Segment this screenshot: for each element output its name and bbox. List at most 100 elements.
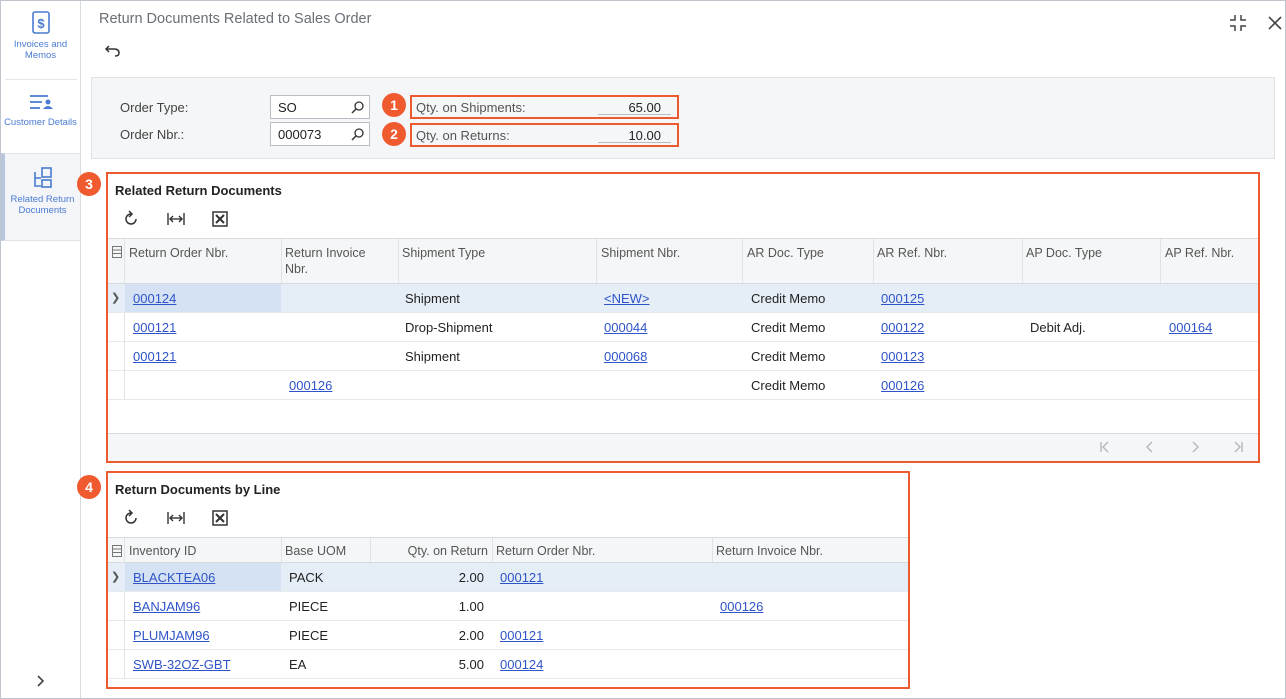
column-header-return-order-nbr[interactable]: Return Order Nbr.	[129, 245, 228, 261]
table-row[interactable]: PLUMJAM96 PIECE 2.00 000121	[108, 621, 908, 650]
column-settings-icon[interactable]	[112, 246, 122, 258]
inventory-id-link[interactable]: BANJAM96	[133, 599, 200, 614]
qty-on-returns-box: Qty. on Returns: 10.00	[410, 123, 679, 147]
close-icon[interactable]	[1264, 12, 1286, 34]
svg-text:$: $	[37, 16, 45, 31]
column-header-return-order-nbr[interactable]: Return Order Nbr.	[496, 543, 595, 559]
column-header-inventory-id[interactable]: Inventory ID	[129, 543, 196, 559]
sidebar-item-label: Related Return Documents	[10, 194, 75, 216]
ar-ref-nbr-link[interactable]: 000125	[881, 291, 924, 306]
qty-on-returns-value: 10.00	[628, 128, 661, 143]
grid-header: Inventory ID Base UOM Qty. on Return Ret…	[108, 537, 908, 563]
order-nbr-field[interactable]: 000073	[270, 122, 370, 146]
table-row[interactable]: BANJAM96 PIECE 1.00 000126	[108, 592, 908, 621]
last-page-icon[interactable]	[1231, 440, 1245, 457]
inventory-id-link[interactable]: SWB-32OZ-GBT	[133, 657, 231, 672]
search-icon[interactable]	[351, 100, 365, 114]
table-row[interactable]: 000121 Shipment 000068 Credit Memo 00012…	[108, 342, 1258, 371]
section-title: Related Return Documents	[115, 183, 282, 198]
return-invoice-link[interactable]: 000126	[289, 378, 332, 393]
shipment-type-cell: Shipment	[405, 291, 460, 306]
qty-on-return-cell: 5.00	[458, 657, 484, 672]
undo-icon[interactable]	[103, 40, 123, 60]
ap-doc-type-cell: Debit Adj.	[1030, 320, 1086, 335]
refresh-icon[interactable]	[122, 509, 142, 529]
previous-page-icon[interactable]	[1143, 440, 1157, 457]
shipment-nbr-link[interactable]: 000044	[604, 320, 647, 335]
table-row[interactable]: ❯ BLACKTEA06 PACK 2.00 000121	[108, 563, 908, 592]
column-settings-icon[interactable]	[112, 545, 122, 557]
order-summary-panel	[91, 77, 1275, 159]
table-row[interactable]: SWB-32OZ-GBT EA 5.00 000124	[108, 650, 908, 679]
search-icon[interactable]	[351, 127, 365, 141]
column-header-ap-ref-nbr[interactable]: AP Ref. Nbr.	[1165, 245, 1234, 261]
related-docs-icon	[33, 167, 52, 188]
ar-doc-type-cell: Credit Memo	[751, 291, 826, 306]
return-order-link[interactable]: 000121	[133, 320, 176, 335]
section-title: Return Documents by Line	[115, 482, 281, 497]
chevron-right-icon[interactable]	[33, 673, 49, 689]
return-invoice-link[interactable]: 000126	[720, 599, 763, 614]
sidebar-item-customer-details[interactable]: Customer Details	[1, 91, 80, 146]
sidebar-item-invoices-and-memos[interactable]: $ Invoices and Memos	[1, 11, 80, 71]
base-uom-cell: EA	[289, 657, 307, 672]
return-order-link[interactable]: 000124	[133, 291, 176, 306]
column-header-base-uom[interactable]: Base UOM	[285, 543, 346, 559]
qty-on-return-cell: 2.00	[458, 628, 484, 643]
callout-badge-2: 2	[382, 122, 406, 146]
invoice-icon: $	[31, 11, 50, 34]
fit-columns-icon[interactable]	[166, 509, 186, 529]
ar-doc-type-cell: Credit Memo	[751, 378, 826, 393]
qty-on-shipments-label: Qty. on Shipments:	[416, 100, 526, 115]
qty-on-return-cell: 1.00	[458, 599, 484, 614]
grid-header: Return Order Nbr. Return Invoice Nbr. Sh…	[108, 238, 1258, 284]
ar-doc-type-cell: Credit Memo	[751, 320, 826, 335]
return-order-link[interactable]: 000124	[500, 657, 543, 672]
return-order-link[interactable]: 000121	[133, 349, 176, 364]
column-header-qty-on-return[interactable]: Qty. on Return	[408, 543, 488, 559]
column-header-shipment-nbr[interactable]: Shipment Nbr.	[601, 245, 680, 261]
table-row[interactable]: 000121 Drop-Shipment 000044 Credit Memo …	[108, 313, 1258, 342]
order-type-label: Order Type:	[120, 100, 189, 115]
export-excel-icon[interactable]	[211, 210, 231, 230]
qty-on-shipments-value: 65.00	[628, 100, 661, 115]
row-selector-icon: ❯	[111, 571, 121, 583]
export-excel-icon[interactable]	[211, 509, 231, 529]
return-order-link[interactable]: 000121	[500, 570, 543, 585]
column-header-ap-doc-type[interactable]: AP Doc. Type	[1026, 245, 1102, 261]
qty-on-returns-label: Qty. on Returns:	[416, 128, 510, 143]
callout-badge-4: 4	[77, 475, 101, 499]
order-type-field[interactable]: SO	[270, 95, 370, 119]
order-type-value: SO	[278, 100, 297, 115]
column-header-shipment-type[interactable]: Shipment Type	[402, 245, 485, 261]
first-page-icon[interactable]	[1098, 440, 1112, 457]
order-nbr-label: Order Nbr.:	[120, 127, 185, 142]
table-row[interactable]: ❯ 000124 Shipment <NEW> Credit Memo 0001…	[108, 284, 1258, 313]
return-documents-by-line-section: Return Documents by Line Inventory ID Ba…	[106, 471, 910, 689]
inventory-id-link[interactable]: PLUMJAM96	[133, 628, 210, 643]
table-row[interactable]: 000126 Credit Memo 000126	[108, 371, 1258, 400]
fit-columns-icon[interactable]	[166, 210, 186, 230]
column-header-ar-ref-nbr[interactable]: AR Ref. Nbr.	[877, 245, 947, 261]
sidebar-item-related-return-documents[interactable]: Related Return Documents	[1, 153, 80, 241]
ap-ref-nbr-link[interactable]: 000164	[1169, 320, 1212, 335]
shipment-nbr-link[interactable]: 000068	[604, 349, 647, 364]
column-header-return-invoice-nbr[interactable]: Return Invoice Nbr.	[285, 245, 385, 277]
column-header-ar-doc-type[interactable]: AR Doc. Type	[747, 245, 824, 261]
ar-ref-nbr-link[interactable]: 000126	[881, 378, 924, 393]
shipment-nbr-link[interactable]: <NEW>	[604, 291, 650, 306]
sidebar-item-label: Customer Details	[4, 117, 77, 128]
customer-icon	[29, 95, 53, 109]
inventory-id-link[interactable]: BLACKTEA06	[133, 570, 215, 585]
collapse-icon[interactable]	[1227, 12, 1249, 34]
next-page-icon[interactable]	[1188, 440, 1202, 457]
ar-doc-type-cell: Credit Memo	[751, 349, 826, 364]
row-selector-icon: ❯	[111, 292, 121, 304]
ar-ref-nbr-link[interactable]: 000122	[881, 320, 924, 335]
return-order-link[interactable]: 000121	[500, 628, 543, 643]
column-header-return-invoice-nbr[interactable]: Return Invoice Nbr.	[716, 543, 823, 559]
refresh-icon[interactable]	[122, 210, 142, 230]
page-title: Return Documents Related to Sales Order	[99, 11, 372, 27]
qty-on-return-cell: 2.00	[458, 570, 484, 585]
ar-ref-nbr-link[interactable]: 000123	[881, 349, 924, 364]
